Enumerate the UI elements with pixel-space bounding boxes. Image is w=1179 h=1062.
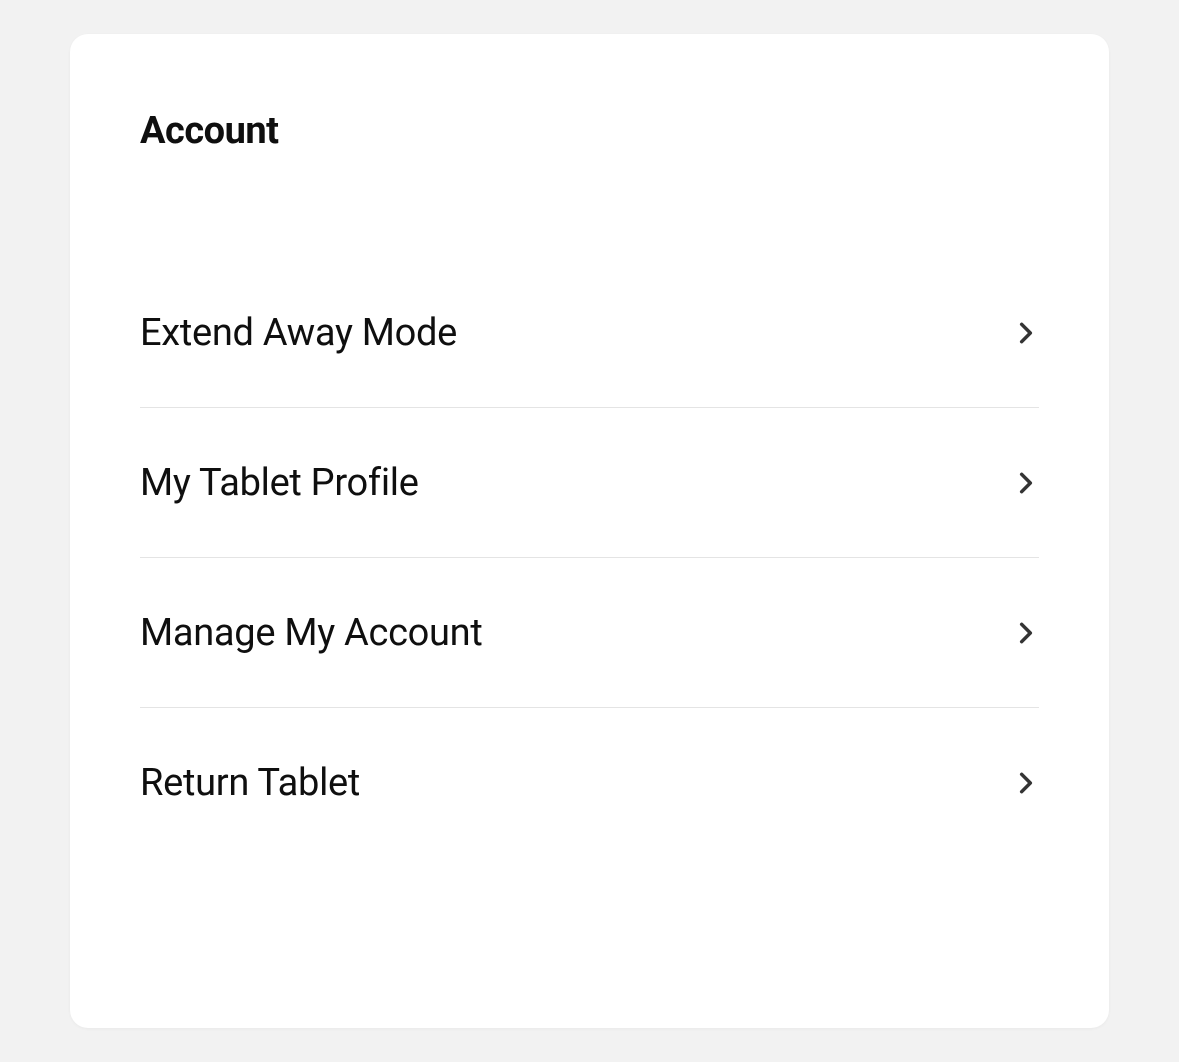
menu-item-label: Extend Away Mode [140,311,457,355]
menu-item-label: My Tablet Profile [140,461,419,505]
menu-item-manage-my-account[interactable]: Manage My Account [140,558,1039,708]
chevron-right-icon [1013,470,1039,496]
chevron-right-icon [1013,620,1039,646]
menu-item-extend-away-mode[interactable]: Extend Away Mode [140,258,1039,408]
menu-item-label: Return Tablet [140,761,360,805]
account-card: Account Extend Away Mode My Tablet Profi… [70,34,1109,1028]
menu-item-label: Manage My Account [140,611,483,655]
section-title: Account [140,109,1039,153]
menu-item-my-tablet-profile[interactable]: My Tablet Profile [140,408,1039,558]
menu-item-return-tablet[interactable]: Return Tablet [140,708,1039,858]
chevron-right-icon [1013,320,1039,346]
chevron-right-icon [1013,770,1039,796]
